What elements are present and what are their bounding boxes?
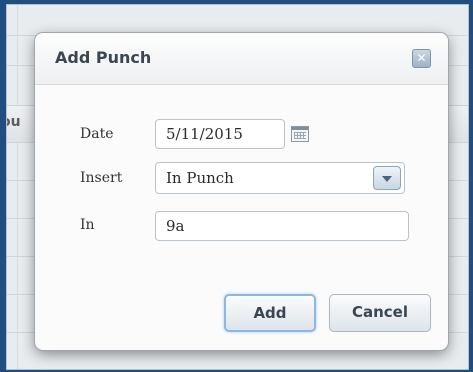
- background-column-header: ou: [7, 114, 21, 130]
- insert-label: Insert: [80, 170, 123, 186]
- insert-select-value: In Punch: [166, 169, 234, 187]
- date-field[interactable]: 5/11/2015: [155, 119, 285, 149]
- background-column-divider: [17, 5, 18, 369]
- close-icon[interactable]: ✕: [412, 49, 431, 68]
- add-punch-dialog: Add Punch ✕ Date 5/11/2015 Insert In Pun…: [35, 33, 448, 350]
- in-field[interactable]: 9a: [155, 211, 409, 241]
- insert-select[interactable]: In Punch: [155, 162, 405, 194]
- cancel-button[interactable]: Cancel: [329, 294, 431, 332]
- calendar-icon[interactable]: [291, 126, 309, 142]
- date-label: Date: [80, 126, 114, 142]
- in-label: In: [80, 217, 95, 233]
- add-button[interactable]: Add: [224, 294, 316, 332]
- dialog-title: Add Punch: [55, 48, 152, 67]
- chevron-down-icon[interactable]: [373, 166, 401, 190]
- dialog-header: Add Punch ✕: [35, 33, 448, 85]
